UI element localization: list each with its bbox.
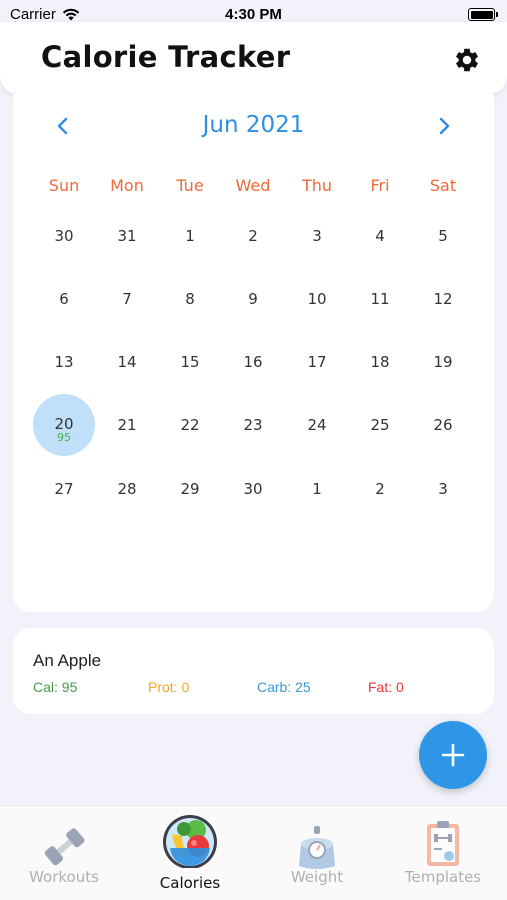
calendar-day[interactable]: 17 — [286, 331, 348, 393]
calendar-day[interactable]: 2 — [349, 458, 411, 520]
day-number: 30 — [54, 227, 74, 245]
calendar-card: Jun 2021 Sun Mon Tue Wed Thu Fri Sat 30 3… — [13, 94, 494, 612]
day-number: 30 — [243, 480, 263, 498]
calendar-day[interactable]: 5 — [412, 205, 474, 267]
calendar-day[interactable]: 13 — [33, 331, 95, 393]
day-number: 16 — [243, 353, 263, 371]
settings-button[interactable] — [453, 46, 481, 74]
day-number: 22 — [180, 416, 200, 434]
day-number: 23 — [243, 416, 263, 434]
tab-label: Workouts — [29, 868, 99, 886]
food-entry-card[interactable]: An Apple Cal: 95 Prot: 0 Carb: 25 Fat: 0 — [13, 628, 494, 714]
day-number: 19 — [433, 353, 453, 371]
tab-label: Calories — [159, 874, 221, 892]
calendar-day[interactable]: 28 — [96, 458, 158, 520]
day-number: 11 — [370, 290, 390, 308]
protein-value: Prot: 0 — [148, 679, 190, 695]
day-number: 13 — [54, 353, 74, 371]
calendar-day[interactable]: 30 — [222, 458, 284, 520]
day-number: 1 — [185, 227, 195, 245]
calendar-day[interactable]: 24 — [286, 394, 348, 456]
battery-icon — [468, 8, 498, 21]
day-number: 3 — [438, 480, 448, 498]
day-number: 15 — [180, 353, 200, 371]
day-number: 26 — [433, 416, 453, 434]
carbs-value: Carb: 25 — [257, 679, 311, 695]
calendar-day[interactable]: 16 — [222, 331, 284, 393]
day-number: 25 — [370, 416, 390, 434]
day-number: 6 — [59, 290, 69, 308]
calendar-day-grid: 30 31 1 2 3 4 5 6 7 8 9 10 11 12 13 14 15 16 17 18 19 20 95 21 2… — [13, 94, 494, 612]
status-time: 4:30 PM — [225, 6, 282, 23]
day-number: 21 — [117, 416, 137, 434]
tab-calories[interactable]: Calories — [127, 806, 253, 900]
calendar-day[interactable]: 8 — [159, 268, 221, 330]
calendar-day[interactable]: 1 — [159, 205, 221, 267]
calendar-day[interactable]: 22 — [159, 394, 221, 456]
calendar-day[interactable]: 21 — [96, 394, 158, 456]
calendar-day[interactable]: 14 — [96, 331, 158, 393]
calendar-day[interactable]: 1 — [286, 458, 348, 520]
gear-icon — [456, 48, 478, 72]
food-name: An Apple — [33, 651, 102, 670]
day-calorie-total: 95 — [57, 431, 71, 444]
calendar-day[interactable]: 11 — [349, 268, 411, 330]
tab-label: Weight — [290, 868, 344, 886]
calendar-day[interactable]: 23 — [222, 394, 284, 456]
tab-label: Templates — [404, 868, 482, 886]
day-number: 10 — [307, 290, 327, 308]
day-number: 18 — [370, 353, 390, 371]
app-header: Calorie Tracker — [0, 22, 507, 94]
day-number: 31 — [117, 227, 137, 245]
calendar-day[interactable]: 3 — [286, 205, 348, 267]
day-number: 2 — [375, 480, 385, 498]
calendar-day[interactable]: 19 — [412, 331, 474, 393]
day-number: 4 — [375, 227, 385, 245]
day-number: 27 — [54, 480, 74, 498]
fat-value: Fat: 0 — [368, 679, 404, 695]
plus-icon — [441, 743, 465, 767]
calendar-day[interactable]: 12 — [412, 268, 474, 330]
calendar-day[interactable]: 26 — [412, 394, 474, 456]
tab-bar: Workouts Calories Weight Templates — [0, 805, 507, 900]
day-number: 14 — [117, 353, 137, 371]
page-title: Calorie Tracker — [41, 40, 291, 74]
day-number: 1 — [312, 480, 322, 498]
calendar-day[interactable]: 15 — [159, 331, 221, 393]
day-number: 5 — [438, 227, 448, 245]
dumbbell-icon — [44, 828, 85, 866]
day-number: 3 — [312, 227, 322, 245]
calendar-day[interactable]: 31 — [96, 205, 158, 267]
day-number: 12 — [433, 290, 453, 308]
tab-weight[interactable]: Weight — [254, 806, 380, 900]
day-number: 17 — [307, 353, 327, 371]
calendar-day[interactable]: 30 — [33, 205, 95, 267]
calendar-day[interactable]: 7 — [96, 268, 158, 330]
add-food-button[interactable] — [419, 721, 487, 789]
calendar-day[interactable]: 10 — [286, 268, 348, 330]
tab-templates[interactable]: Templates — [380, 806, 506, 900]
calendar-day[interactable]: 4 — [349, 205, 411, 267]
day-number: 29 — [180, 480, 200, 498]
day-number: 28 — [117, 480, 137, 498]
fruit-bowl-icon — [163, 815, 217, 868]
clipboard-icon — [427, 821, 459, 866]
day-number: 8 — [185, 290, 195, 308]
calendar-day[interactable]: 25 — [349, 394, 411, 456]
calendar-day[interactable]: 6 — [33, 268, 95, 330]
calendar-day[interactable]: 2 — [222, 205, 284, 267]
calendar-day[interactable]: 9 — [222, 268, 284, 330]
calendar-day[interactable]: 27 — [33, 458, 95, 520]
day-number: 7 — [122, 290, 132, 308]
calendar-day[interactable]: 29 — [159, 458, 221, 520]
day-number: 9 — [248, 290, 258, 308]
calendar-day[interactable]: 3 — [412, 458, 474, 520]
calendar-day-selected[interactable]: 20 95 — [33, 394, 95, 456]
day-number: 2 — [248, 227, 258, 245]
calories-value: Cal: 95 — [33, 679, 78, 695]
day-number: 24 — [307, 416, 327, 434]
tab-workouts[interactable]: Workouts — [1, 806, 127, 900]
calendar-day[interactable]: 18 — [349, 331, 411, 393]
